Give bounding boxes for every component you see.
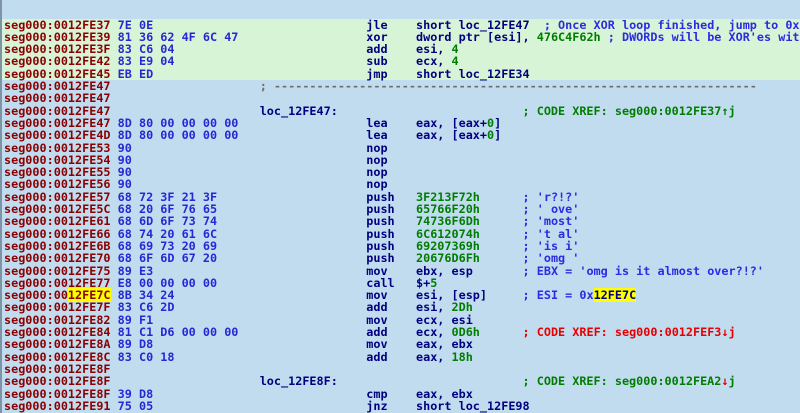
xref-comment[interactable]: j xyxy=(729,374,736,388)
highlighted-value[interactable]: 12FE7C xyxy=(594,288,637,302)
opcode-bytes[interactable]: 83 C0 18 xyxy=(118,350,175,364)
comment[interactable]: ; ESI = 0x xyxy=(523,288,594,302)
operand[interactable]: eax, [eax+ xyxy=(416,128,487,142)
comment[interactable]: ; DWORDs will be XOR'es with 0x476C4F62 xyxy=(608,30,800,44)
comment[interactable]: ; EBX = 'omg is it almost over?!?' xyxy=(523,264,764,278)
operand[interactable]: ] xyxy=(494,128,501,142)
number-literal[interactable]: 18h xyxy=(452,350,473,364)
xref-comment-red[interactable]: ↓ xyxy=(721,374,728,388)
separator-line[interactable]: ; --------------------------------------… xyxy=(260,79,757,93)
disasm-line[interactable]: seg000:0012FE47 ; ----------------------… xyxy=(2,80,800,92)
operand[interactable]: eax, xyxy=(416,350,452,364)
disasm-line[interactable]: seg000:0012FE8C 83 C0 18 add eax, 18h xyxy=(2,351,800,363)
disassembly-view[interactable]: seg000:0012FE37 7E 0E jle short loc_12FE… xyxy=(0,0,800,413)
number-literal[interactable]: 476C4F62h xyxy=(537,30,601,44)
xref-comment[interactable]: ; CODE XREF: seg000:0012FEA2 xyxy=(523,374,722,388)
mnemonic[interactable]: add xyxy=(366,350,387,364)
xref-comment-red[interactable]: ; CODE XREF: seg000:0012FEF3↓j xyxy=(523,325,736,339)
disassembly-lines: seg000:0012FE37 7E 0E jle short loc_12FE… xyxy=(2,19,800,413)
xref-comment[interactable]: ; CODE XREF: seg000:0012FE37↑j xyxy=(523,104,736,118)
